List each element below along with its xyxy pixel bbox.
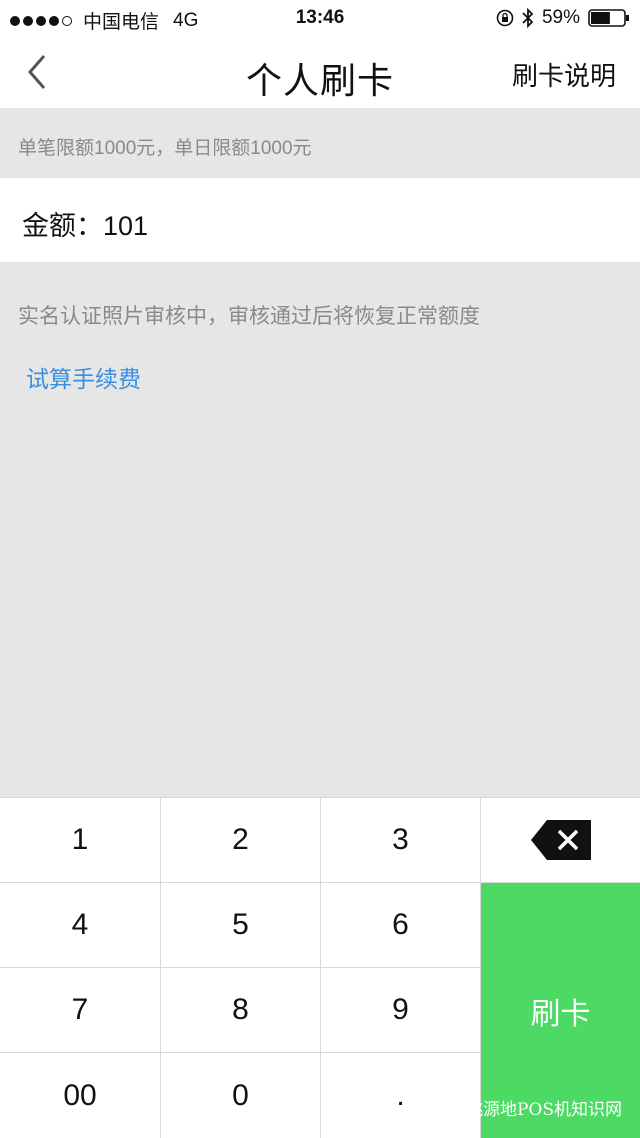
fee-calculator-link[interactable]: 试算手续费 bbox=[26, 360, 141, 394]
status-bar: 中国电信 4G 13:46 59% bbox=[0, 0, 640, 36]
amount-label: 金额： bbox=[22, 211, 103, 241]
verification-notice: 实名认证照片审核中，审核通过后将恢复正常额度 bbox=[18, 305, 480, 328]
battery-icon bbox=[588, 9, 629, 27]
backspace-icon bbox=[530, 819, 591, 860]
key-0[interactable]: 0 bbox=[161, 1053, 321, 1138]
key-1[interactable]: 1 bbox=[0, 797, 161, 883]
key-7[interactable]: 7 bbox=[0, 968, 161, 1053]
amount-value: 101 bbox=[103, 211, 149, 241]
key-2[interactable]: 2 bbox=[161, 797, 321, 883]
battery-percent: 59% bbox=[541, 7, 580, 28]
status-right: 59% bbox=[488, 7, 630, 29]
key-8[interactable]: 8 bbox=[161, 968, 321, 1053]
nav-bar: 个人刷卡 刷卡说明 bbox=[0, 36, 640, 108]
key-5[interactable]: 5 bbox=[161, 883, 321, 968]
key-4[interactable]: 4 bbox=[0, 883, 161, 968]
keypad-divider bbox=[0, 797, 640, 798]
amount-field[interactable]: 金额：101 bbox=[0, 178, 640, 262]
bluetooth-icon bbox=[522, 8, 534, 28]
numeric-keypad: 1 2 3 4 5 6 7 8 9 00 0 . 刷卡 bbox=[0, 797, 640, 1138]
key-6[interactable]: 6 bbox=[321, 883, 481, 968]
backspace-button[interactable] bbox=[481, 797, 640, 883]
swipe-instructions-link[interactable]: 刷卡说明 bbox=[512, 56, 616, 93]
key-dot[interactable]: . bbox=[321, 1053, 481, 1138]
limit-banner: 单笔限额1000元，单日限额1000元 bbox=[0, 108, 640, 178]
key-9[interactable]: 9 bbox=[321, 968, 481, 1053]
watermark: 桃源地POS机知识网 bbox=[465, 1100, 622, 1120]
rotation-lock-icon bbox=[496, 9, 514, 27]
key-3[interactable]: 3 bbox=[321, 797, 481, 883]
key-00[interactable]: 00 bbox=[0, 1053, 161, 1138]
